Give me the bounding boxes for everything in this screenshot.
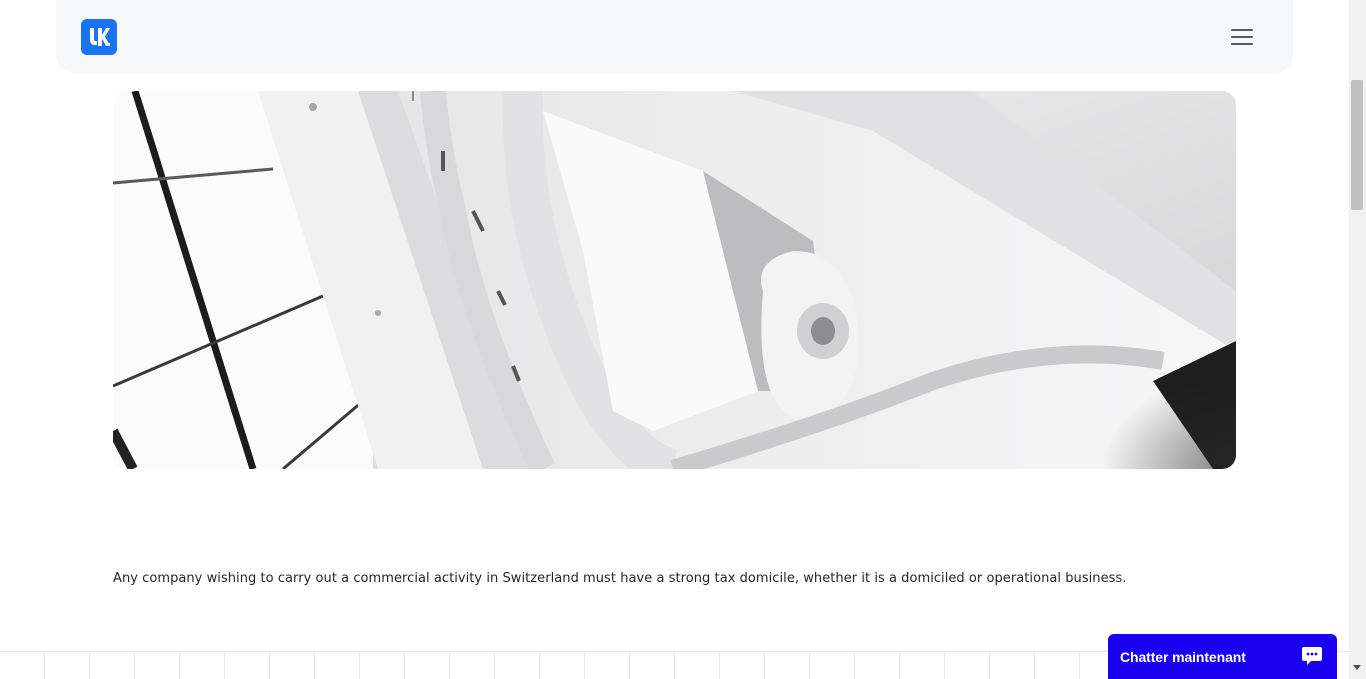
site-logo[interactable] [81, 19, 117, 55]
vertical-scrollbar[interactable] [1349, 0, 1366, 679]
hamburger-menu-icon[interactable] [1231, 26, 1255, 48]
page: Any company wishing to carry out a comme… [0, 0, 1349, 679]
site-header [56, 0, 1293, 73]
scrollbar-thumb[interactable] [1351, 80, 1363, 210]
chat-bubble-icon [1302, 647, 1322, 665]
intro-paragraph: Any company wishing to carry out a comme… [113, 571, 1127, 586]
scroll-down-arrow-icon[interactable] [1353, 665, 1361, 670]
chat-button-label: Chatter maintenant [1120, 648, 1246, 665]
chat-now-button[interactable]: Chatter maintenant [1108, 634, 1337, 679]
hero-image [113, 91, 1236, 469]
uk-logo-icon [90, 28, 110, 46]
